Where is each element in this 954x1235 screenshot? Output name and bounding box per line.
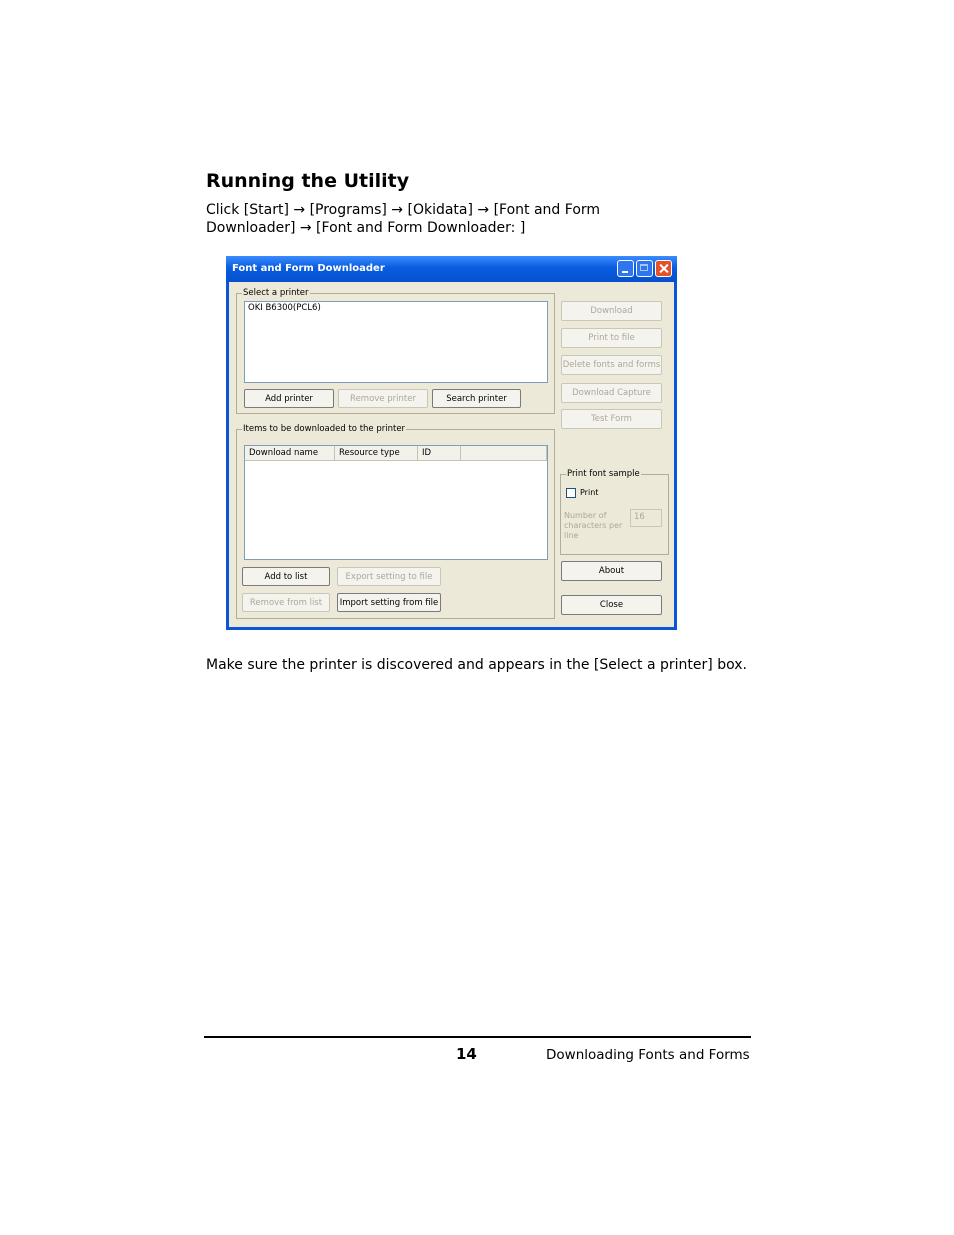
app-window: Font and Form Downloader Select a printe…: [226, 256, 677, 630]
test-form-button[interactable]: Test Form: [561, 409, 662, 429]
items-group: Items to be downloaded to the printer Do…: [236, 424, 555, 619]
items-group-label: Items to be downloaded to the printer: [242, 424, 407, 434]
delete-fonts-button[interactable]: Delete fonts and forms: [561, 355, 662, 375]
import-setting-button[interactable]: Import setting from file: [337, 593, 441, 612]
print-to-file-button[interactable]: Print to file: [561, 328, 662, 348]
window-client-area: Select a printer OKI B6300(PCL6) Add pri…: [229, 282, 674, 627]
minimize-icon[interactable]: [617, 260, 634, 277]
print-checkbox[interactable]: [566, 488, 576, 498]
download-capture-button[interactable]: Download Capture: [561, 383, 662, 403]
footer-title: Downloading Fonts and Forms: [546, 1047, 750, 1063]
export-setting-button[interactable]: Export setting to file: [337, 567, 441, 586]
chars-per-line-field[interactable]: 16: [630, 509, 662, 527]
download-button[interactable]: Download: [561, 301, 662, 321]
instruction-text: Click [Start] → [Programs] → [Okidata] →…: [206, 202, 601, 236]
close-icon[interactable]: [655, 260, 672, 277]
chars-per-line-label: Number of characters per line: [564, 511, 623, 540]
print-font-sample-label: Print font sample: [566, 469, 641, 479]
select-printer-group: Select a printer OKI B6300(PCL6) Add pri…: [236, 288, 555, 414]
maximize-icon[interactable]: [636, 260, 653, 277]
add-printer-button[interactable]: Add printer: [244, 389, 334, 408]
print-font-sample-group: Print font sample Print Number of charac…: [560, 469, 669, 555]
column-resource-type[interactable]: Resource type: [335, 446, 418, 461]
column-empty: [461, 446, 547, 461]
print-checkbox-label: Print: [580, 488, 599, 497]
printer-list-item[interactable]: OKI B6300(PCL6): [248, 303, 321, 313]
window-title: Font and Form Downloader: [232, 263, 385, 274]
column-download-name[interactable]: Download name: [245, 446, 335, 461]
add-to-list-button[interactable]: Add to list: [242, 567, 330, 586]
footer-divider: [204, 1036, 751, 1038]
title-bar[interactable]: Font and Form Downloader: [226, 256, 677, 282]
items-listview[interactable]: Download name Resource type ID: [244, 445, 548, 560]
close-button[interactable]: Close: [561, 595, 662, 615]
page-title: Running the Utility: [206, 170, 410, 192]
remove-printer-button[interactable]: Remove printer: [338, 389, 428, 408]
remove-from-list-button[interactable]: Remove from list: [242, 593, 330, 612]
printer-listbox[interactable]: OKI B6300(PCL6): [244, 301, 548, 383]
about-button[interactable]: About: [561, 561, 662, 581]
page-number: 14: [456, 1045, 477, 1063]
note-text: Make sure the printer is discovered and …: [206, 657, 747, 673]
column-id[interactable]: ID: [418, 446, 461, 461]
search-printer-button[interactable]: Search printer: [432, 389, 521, 408]
select-printer-label: Select a printer: [242, 288, 310, 298]
